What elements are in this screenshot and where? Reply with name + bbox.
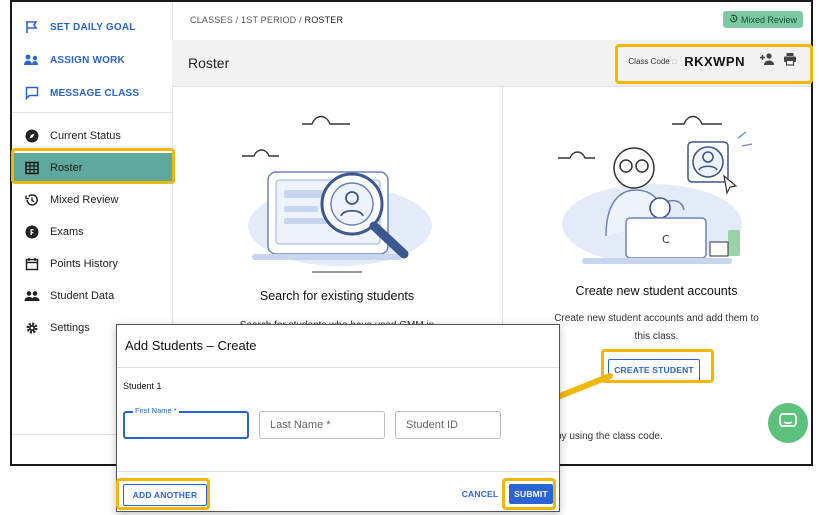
student-label: Student 1: [123, 381, 162, 391]
sidebar-item-mixed-review[interactable]: Mixed Review: [12, 185, 172, 215]
sidebar-item-exams[interactable]: Exams: [12, 217, 172, 247]
breadcrumb-period[interactable]: 1ST PERIOD: [241, 15, 296, 25]
svg-text:C: C: [662, 233, 670, 246]
set-daily-goal-button[interactable]: SET DAILY GOAL: [12, 12, 172, 42]
mixed-review-badge[interactable]: Mixed Review: [722, 11, 803, 28]
first-name-field[interactable]: First Name *: [123, 406, 249, 439]
submit-button[interactable]: SUBMIT: [509, 484, 553, 504]
cancel-button[interactable]: CANCEL: [459, 484, 501, 504]
chat-button[interactable]: [768, 403, 808, 443]
message-class-button[interactable]: MESSAGE CLASS: [12, 78, 172, 108]
breadcrumb: CLASSES / 1ST PERIOD / ROSTER: [190, 15, 343, 25]
first-name-label: First Name *: [133, 406, 179, 415]
page-title: Roster: [188, 55, 230, 71]
class-code-hint: by using the class code.: [556, 431, 663, 442]
last-name-field[interactable]: Last Name *: [259, 411, 385, 439]
breadcrumb-separator: /: [235, 15, 239, 25]
class-code-label-text: Class Code: [628, 56, 670, 66]
sidebar-item-label: Settings: [50, 322, 90, 334]
sidebar-divider: [12, 112, 172, 113]
sidebar-item-roster[interactable]: Roster: [12, 153, 172, 183]
gear-icon: [24, 320, 40, 336]
add-student-icon[interactable]: [759, 52, 775, 71]
dialog-footer-divider: [117, 471, 559, 472]
create-students-title: Create new student accounts: [575, 284, 738, 298]
breadcrumb-classes[interactable]: CLASSES: [190, 15, 233, 25]
assign-work-label: ASSIGN WORK: [50, 54, 125, 66]
student-id-field[interactable]: Student ID: [395, 411, 501, 439]
add-students-dialog: Add Students – Create Student 1 First Na…: [116, 324, 560, 512]
chat-icon: [779, 412, 797, 434]
sidebar-item-student-data[interactable]: Student Data: [12, 281, 172, 311]
table-icon: [24, 160, 40, 176]
class-code-value: RKXWPN: [684, 53, 745, 69]
dialog-header-divider: [117, 367, 559, 368]
breadcrumb-separator: /: [299, 15, 302, 25]
sidebar-item-current-status[interactable]: Current Status: [12, 121, 172, 151]
page-header: Roster Class Code □ RKXWPN: [172, 40, 811, 87]
exam-icon: [24, 224, 40, 240]
last-name-placeholder: Last Name *: [270, 419, 331, 431]
create-illustration: C: [558, 115, 753, 264]
create-student-button[interactable]: CREATE STUDENT: [608, 359, 700, 381]
set-daily-goal-label: SET DAILY GOAL: [50, 21, 136, 33]
dialog-title: Add Students – Create: [125, 338, 257, 353]
search-students-title: Search for existing students: [259, 289, 415, 303]
assign-icon: [24, 52, 40, 68]
sidebar-item-label: Current Status: [50, 130, 121, 142]
history-icon: [729, 14, 738, 25]
assign-work-button[interactable]: ASSIGN WORK: [12, 45, 172, 75]
history-icon: [24, 192, 40, 208]
message-icon: [24, 85, 40, 101]
breadcrumb-roster: ROSTER: [304, 15, 344, 25]
sidebar-item-label: Points History: [50, 258, 118, 270]
class-code-label: Class Code □: [628, 57, 676, 66]
sidebar-item-label: Roster: [50, 162, 83, 174]
add-another-button[interactable]: ADD ANOTHER: [123, 484, 207, 506]
copy-icon[interactable]: □: [672, 59, 676, 66]
calendar-icon: [24, 256, 40, 272]
sidebar-item-points-history[interactable]: Points History: [12, 249, 172, 279]
sidebar-item-label: Exams: [50, 226, 84, 238]
sidebar-item-label: Student Data: [50, 290, 115, 302]
flag-icon: [24, 19, 40, 35]
search-illustration: [242, 115, 432, 273]
people-icon: [24, 288, 40, 304]
message-class-label: MESSAGE CLASS: [50, 87, 140, 99]
sidebar-item-label: Mixed Review: [50, 194, 119, 206]
mixed-review-badge-label: Mixed Review: [740, 14, 797, 25]
class-code-group: Class Code □ RKXWPN: [620, 46, 805, 76]
print-icon[interactable]: [783, 52, 797, 71]
compass-icon: [24, 128, 40, 144]
student-id-placeholder: Student ID: [406, 419, 458, 431]
